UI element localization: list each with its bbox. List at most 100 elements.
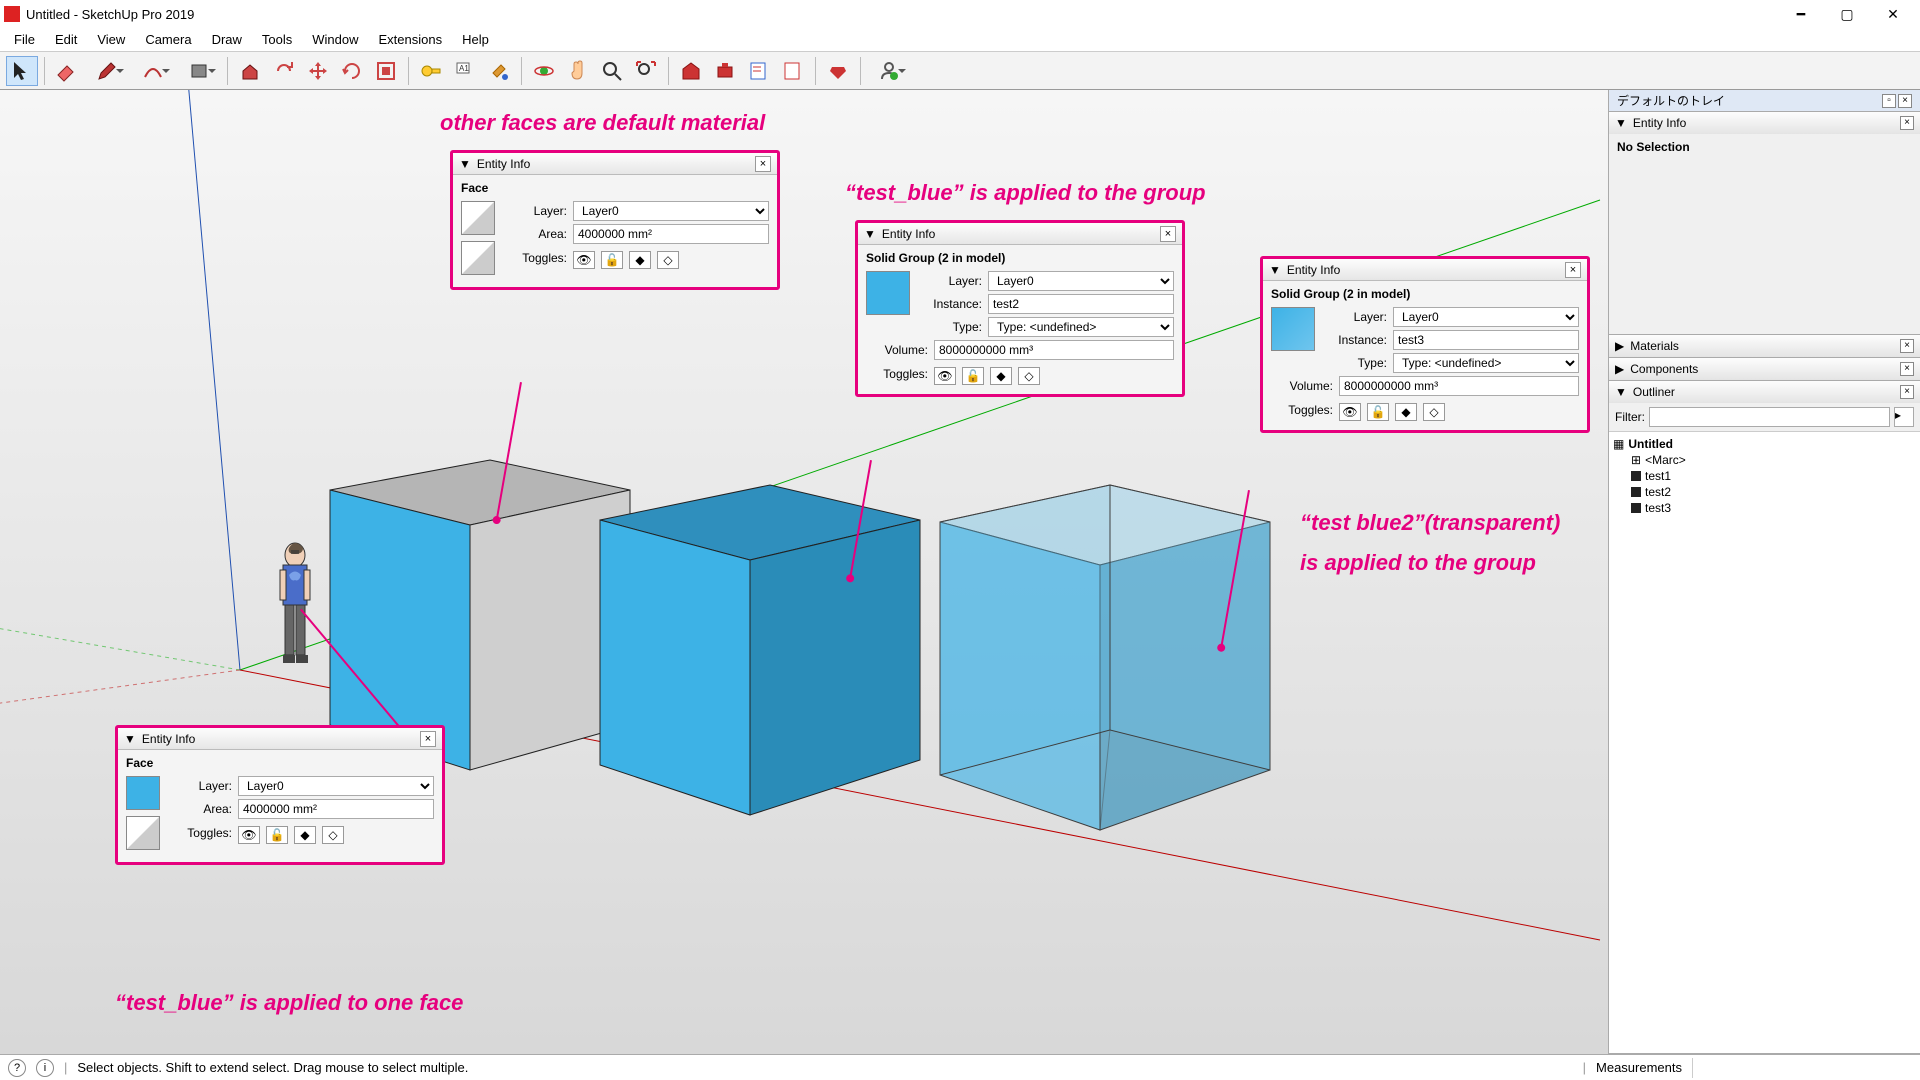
help-icon[interactable]: ? bbox=[8, 1059, 26, 1077]
panel-close-icon[interactable]: × bbox=[420, 731, 436, 747]
material-swatch[interactable] bbox=[1271, 307, 1315, 351]
menu-draw[interactable]: Draw bbox=[202, 30, 252, 49]
arc-tool[interactable] bbox=[131, 56, 175, 86]
entity-info-panel-3[interactable]: ▼ Entity Info× Solid Group (2 in model) … bbox=[855, 220, 1185, 397]
eraser-tool[interactable] bbox=[51, 56, 83, 86]
ruby-tool[interactable] bbox=[822, 56, 854, 86]
type-select[interactable]: Type: <undefined> bbox=[1393, 353, 1579, 373]
panel-titlebar[interactable]: ▼ Entity Info× bbox=[453, 153, 777, 175]
entity-info-header[interactable]: ▼ Entity Info× bbox=[1609, 112, 1920, 134]
toggle-cast-icon[interactable]: ◇ bbox=[657, 251, 679, 269]
back-material-swatch[interactable] bbox=[461, 241, 495, 275]
layer-select[interactable]: Layer0 bbox=[988, 271, 1174, 291]
orbit-tool[interactable] bbox=[528, 56, 560, 86]
menu-view[interactable]: View bbox=[87, 30, 135, 49]
toggle-cast-icon[interactable]: ◇ bbox=[1018, 367, 1040, 385]
maximize-button[interactable]: ▢ bbox=[1824, 0, 1870, 28]
menu-help[interactable]: Help bbox=[452, 30, 499, 49]
menu-extensions[interactable]: Extensions bbox=[369, 30, 453, 49]
text-tool[interactable]: A1 bbox=[449, 56, 481, 86]
pan-tool[interactable] bbox=[562, 56, 594, 86]
toggle-lock-icon[interactable]: 🔓 bbox=[962, 367, 984, 385]
close-button[interactable]: ✕ bbox=[1870, 0, 1916, 28]
area-field[interactable] bbox=[238, 799, 434, 819]
info-icon[interactable]: i bbox=[36, 1059, 54, 1077]
toggle-cast-icon[interactable]: ◇ bbox=[1423, 403, 1445, 421]
materials-header[interactable]: ▶ Materials× bbox=[1609, 335, 1920, 357]
layout-tool[interactable] bbox=[743, 56, 775, 86]
layer-select[interactable]: Layer0 bbox=[238, 776, 434, 796]
rotate-tool[interactable] bbox=[336, 56, 368, 86]
toggle-shadow-icon[interactable]: ◆ bbox=[1395, 403, 1417, 421]
layer-select[interactable]: Layer0 bbox=[1393, 307, 1579, 327]
move-tool[interactable] bbox=[302, 56, 334, 86]
front-material-swatch[interactable] bbox=[461, 201, 495, 235]
tree-item-test1[interactable]: test1 bbox=[1613, 468, 1916, 484]
instance-field[interactable] bbox=[988, 294, 1174, 314]
layer-select[interactable]: Layer0 bbox=[573, 201, 769, 221]
entity-info-panel-1[interactable]: ▼ Entity Info× Face Layer:Layer0 Area: T… bbox=[450, 150, 780, 290]
toggle-lock-icon[interactable]: 🔓 bbox=[266, 826, 288, 844]
outliner-header[interactable]: ▼ Outliner× bbox=[1609, 381, 1920, 403]
tree-item-test2[interactable]: test2 bbox=[1613, 484, 1916, 500]
area-field[interactable] bbox=[573, 224, 769, 244]
type-select[interactable]: Type: <undefined> bbox=[988, 317, 1174, 337]
add-loc-tool[interactable] bbox=[777, 56, 809, 86]
entity-info-panel-4[interactable]: ▼ Entity Info× Solid Group (2 in model) … bbox=[1260, 256, 1590, 433]
tray-title[interactable]: デフォルトのトレイ ▫× bbox=[1609, 90, 1920, 112]
entity-info-panel-2[interactable]: ▼ Entity Info× Face Layer:Layer0 Area: T… bbox=[115, 725, 445, 865]
measurements-box[interactable] bbox=[1692, 1058, 1912, 1078]
warehouse-tool[interactable] bbox=[675, 56, 707, 86]
panel-close-icon[interactable]: × bbox=[755, 156, 771, 172]
toggle-visible-icon[interactable]: 👁 bbox=[934, 367, 956, 385]
panel-close-icon[interactable]: × bbox=[1565, 262, 1581, 278]
menu-window[interactable]: Window bbox=[302, 30, 368, 49]
pushpull-tool[interactable] bbox=[234, 56, 266, 86]
zoom-tool[interactable] bbox=[596, 56, 628, 86]
material-swatch[interactable] bbox=[866, 271, 910, 315]
offset-tool[interactable] bbox=[268, 56, 300, 86]
tree-item-test3[interactable]: test3 bbox=[1613, 500, 1916, 516]
paint-tool[interactable] bbox=[483, 56, 515, 86]
toggle-visible-icon[interactable]: 👁 bbox=[1339, 403, 1361, 421]
instance-field[interactable] bbox=[1393, 330, 1579, 350]
panel-close-icon[interactable]: × bbox=[1160, 226, 1176, 242]
panel-titlebar[interactable]: ▼ Entity Info× bbox=[118, 728, 442, 750]
filter-menu-button[interactable]: ▸ bbox=[1894, 407, 1914, 427]
menu-file[interactable]: File bbox=[4, 30, 45, 49]
toggle-visible-icon[interactable]: 👁 bbox=[573, 251, 595, 269]
menu-edit[interactable]: Edit bbox=[45, 30, 87, 49]
tray-pin-icon[interactable]: ▫ bbox=[1882, 94, 1896, 108]
section-close-icon[interactable]: × bbox=[1900, 385, 1914, 399]
tree-root[interactable]: ▦ Untitled bbox=[1613, 436, 1916, 452]
toggle-shadow-icon[interactable]: ◆ bbox=[990, 367, 1012, 385]
toggle-lock-icon[interactable]: 🔓 bbox=[1367, 403, 1389, 421]
volume-field[interactable] bbox=[1339, 376, 1579, 396]
shape-tool[interactable] bbox=[177, 56, 221, 86]
components-header[interactable]: ▶ Components× bbox=[1609, 358, 1920, 380]
user-tool[interactable] bbox=[867, 56, 911, 86]
volume-field[interactable] bbox=[934, 340, 1174, 360]
panel-titlebar[interactable]: ▼ Entity Info× bbox=[1263, 259, 1587, 281]
section-close-icon[interactable]: × bbox=[1900, 116, 1914, 130]
tree-item-marc[interactable]: ⊞ <Marc> bbox=[1613, 452, 1916, 468]
toggle-lock-icon[interactable]: 🔓 bbox=[601, 251, 623, 269]
menu-tools[interactable]: Tools bbox=[252, 30, 302, 49]
toggle-visible-icon[interactable]: 👁 bbox=[238, 826, 260, 844]
toggle-shadow-icon[interactable]: ◆ bbox=[294, 826, 316, 844]
menu-camera[interactable]: Camera bbox=[135, 30, 201, 49]
extension-tool[interactable] bbox=[709, 56, 741, 86]
pencil-tool[interactable] bbox=[85, 56, 129, 86]
scale-tool[interactable] bbox=[370, 56, 402, 86]
tape-tool[interactable] bbox=[415, 56, 447, 86]
section-close-icon[interactable]: × bbox=[1900, 339, 1914, 353]
viewport[interactable]: other faces are default material “test_b… bbox=[0, 90, 1608, 1054]
panel-titlebar[interactable]: ▼ Entity Info× bbox=[858, 223, 1182, 245]
back-material-swatch[interactable] bbox=[126, 816, 160, 850]
front-material-swatch[interactable] bbox=[126, 776, 160, 810]
filter-input[interactable] bbox=[1649, 407, 1890, 427]
toggle-shadow-icon[interactable]: ◆ bbox=[629, 251, 651, 269]
toggle-cast-icon[interactable]: ◇ bbox=[322, 826, 344, 844]
section-close-icon[interactable]: × bbox=[1900, 362, 1914, 376]
zoom-extents-tool[interactable] bbox=[630, 56, 662, 86]
